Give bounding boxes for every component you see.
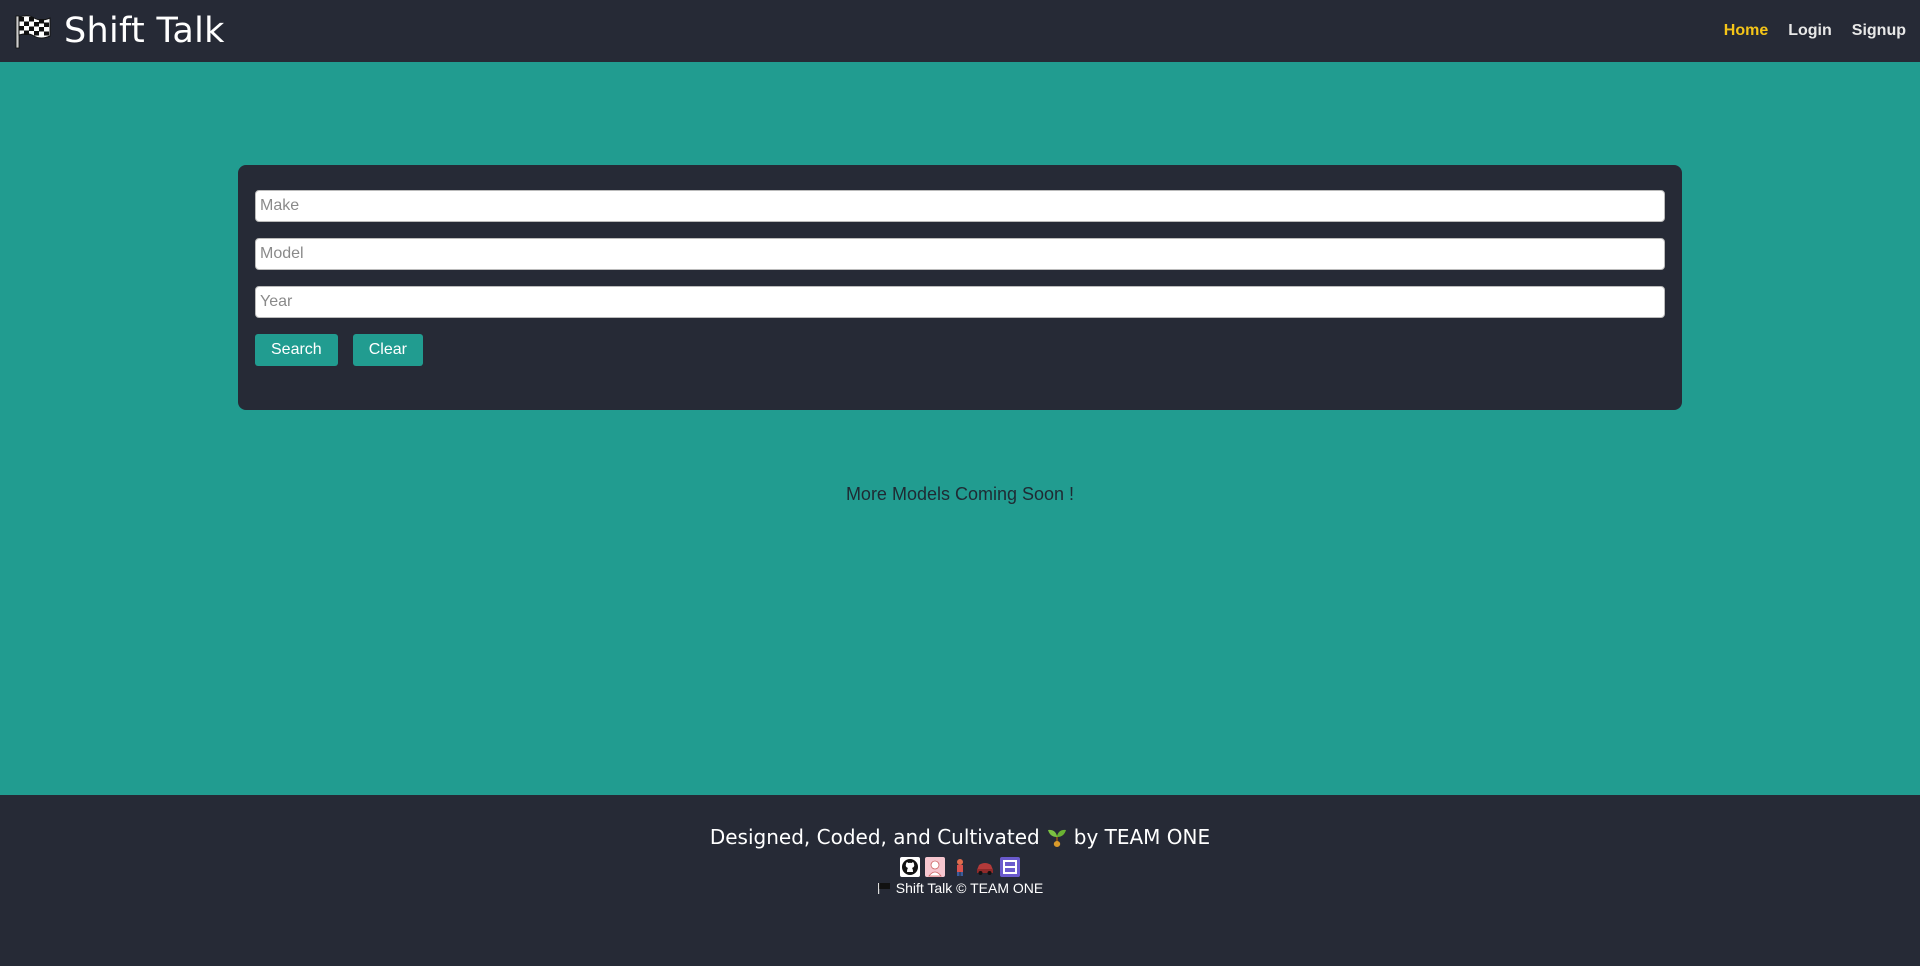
- footer: Designed, Coded, and Cultivated by TEAM …: [0, 795, 1920, 966]
- coming-soon-message: More Models Coming Soon !: [845, 484, 1075, 504]
- person-avatar-icon[interactable]: [950, 857, 970, 877]
- nav-home-link[interactable]: Home: [1724, 22, 1768, 40]
- nav-login-link[interactable]: Login: [1788, 22, 1832, 40]
- robot-avatar-icon[interactable]: [1000, 857, 1020, 877]
- portrait-avatar-icon[interactable]: [925, 857, 945, 877]
- copyright-text: Shift Talk © TEAM ONE: [895, 880, 1044, 896]
- seedling-icon: [1047, 829, 1066, 847]
- search-card: Search Clear: [238, 165, 1682, 410]
- flag-icon: [877, 883, 890, 894]
- model-input[interactable]: [255, 238, 1665, 270]
- car-avatar-icon[interactable]: [975, 857, 995, 877]
- main-nav: Home Login Signup: [1704, 22, 1906, 40]
- credit-suffix: by TEAM ONE: [1073, 825, 1211, 849]
- credit-prefix: Designed, Coded, and Cultivated: [709, 825, 1040, 849]
- nav-signup-link[interactable]: Signup: [1852, 22, 1906, 40]
- search-button[interactable]: Search: [255, 334, 338, 366]
- site-title: Shift Talk: [64, 11, 225, 51]
- checkered-flag-icon: [15, 15, 51, 49]
- top-navbar: Shift Talk Home Login Signup: [0, 0, 1920, 62]
- clear-button[interactable]: Clear: [352, 334, 423, 366]
- make-input[interactable]: [255, 190, 1665, 222]
- team-avatars: [0, 857, 1920, 877]
- footer-copyright: Shift Talk © TEAM ONE: [0, 880, 1920, 896]
- year-input[interactable]: [255, 286, 1665, 318]
- footer-credit: Designed, Coded, and Cultivated by TEAM …: [0, 825, 1920, 849]
- search-actions: Search Clear: [255, 334, 1665, 366]
- brand[interactable]: Shift Talk: [14, 11, 225, 51]
- github-avatar-icon[interactable]: [900, 857, 920, 877]
